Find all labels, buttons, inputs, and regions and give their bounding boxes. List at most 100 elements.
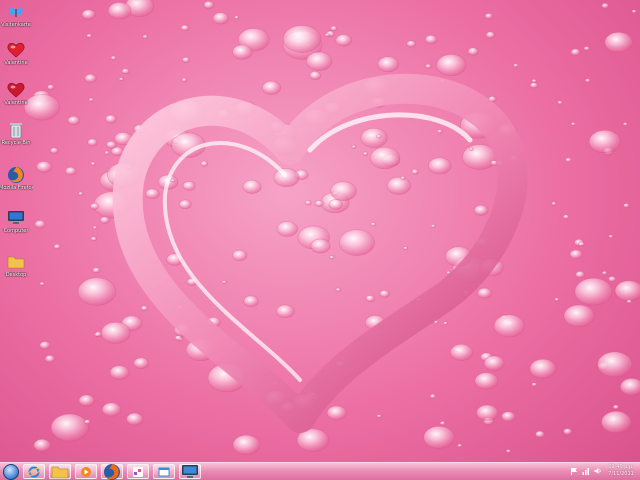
water-drop [505,449,512,454]
desktop-icon-computer[interactable]: Computer [0,208,32,246]
water-drop [39,341,51,350]
desktop-icon-firefox[interactable]: Mozilla Firefox [0,165,33,203]
water-drop [212,12,230,25]
window-icon [158,466,170,478]
water-drop [99,216,110,224]
water-drop [529,82,539,89]
water-drop [140,305,149,312]
water-drop [379,289,390,298]
desktop-icon-desktop-folder[interactable]: Desktop [0,252,32,290]
water-drop [34,219,46,229]
water-drop [126,412,144,426]
water-drop [604,31,633,53]
network-icon[interactable] [581,466,590,475]
water-drop [53,243,61,250]
water-drop [77,277,117,306]
taskbar-button-paint[interactable] [127,464,149,479]
water-drop [423,425,455,449]
water-drop [462,144,498,170]
water-drop [182,181,196,191]
water-drop [276,221,298,237]
water-drop [351,144,357,149]
folder-icon [51,464,69,480]
water-drop [275,304,295,319]
desktop-icon-label: Desktop [5,272,27,278]
water-drop [36,161,53,173]
water-drop [335,34,353,47]
water-drop [513,63,519,68]
volume-icon[interactable] [593,466,602,475]
water-drop [569,249,583,260]
water-drop [84,73,97,83]
water-drop [232,44,253,60]
water-drop [386,176,411,195]
water-drop [551,201,557,206]
clock[interactable]: 09:40 μ.μ. 7/11/2011 [606,464,636,478]
water-drop [330,181,357,201]
pinned-apps [19,463,201,480]
water-drop [467,47,479,56]
system-tray [569,466,602,475]
firefox-icon [6,165,26,185]
water-drop [563,304,595,328]
water-drop [531,78,537,83]
water-drop [402,246,409,251]
taskbar-button-internet-explorer[interactable] [23,464,45,479]
desktop-icon-label: Mozilla Firefox [0,185,33,191]
flag-icon[interactable] [569,466,578,475]
water-drop [142,34,149,39]
water-drop [88,97,94,102]
ie-icon [28,466,40,478]
taskbar-button-firefox[interactable] [101,463,123,480]
heart-icon [6,40,26,60]
water-drop [365,294,375,303]
water-drop [329,255,335,260]
water-drop [314,199,324,207]
water-drop [411,168,419,175]
water-drop [565,157,572,163]
desktop-icon-label: Valentine [4,60,28,66]
windows-start-icon[interactable] [3,463,19,480]
water-drop [100,321,131,344]
water-drop [145,188,160,200]
water-drop [428,157,452,175]
water-drop [436,54,467,77]
water-drop [78,394,95,407]
water-drop [575,270,585,279]
taskbar-button-windows-explorer[interactable] [49,464,71,479]
water-drop [64,166,77,176]
water-drop [626,299,633,304]
water-drop [243,295,259,307]
water-drop [326,405,347,421]
water-drop [234,15,240,20]
water-drop [104,114,117,124]
water-drop [477,287,493,299]
water-drop [493,314,525,338]
desktop-icon-butterfly[interactable]: Visitenkarte [0,2,32,40]
water-drop [118,77,124,82]
taskbar-button-screen[interactable] [153,464,175,479]
water-drop [324,32,331,37]
water-drop [110,55,117,61]
water-drop [578,241,585,247]
water-drop [304,200,312,206]
water-drop [309,70,322,81]
folder-icon [6,252,26,272]
water-drop [376,414,382,419]
water-drop [622,122,628,127]
water-drop [242,179,262,194]
desktop-icon-heart-2[interactable]: Valentine [0,80,32,118]
water-drop [101,402,122,417]
water-drop [273,168,300,188]
desktop-icon-recycle-bin[interactable]: Recycle Bin [0,120,32,158]
clock-date: 7/11/2011 [608,471,634,477]
water-drop [369,146,401,170]
water-drop [49,147,59,154]
desktop-icon-label: Computer [3,228,29,234]
taskbar-button-computer[interactable] [179,464,201,479]
desktop-icon-heart-app[interactable]: Valentine [0,40,32,78]
taskbar-button-media-player[interactable] [75,464,97,479]
water-drop [439,420,446,426]
water-drop [476,404,499,421]
water-drop [614,280,640,302]
